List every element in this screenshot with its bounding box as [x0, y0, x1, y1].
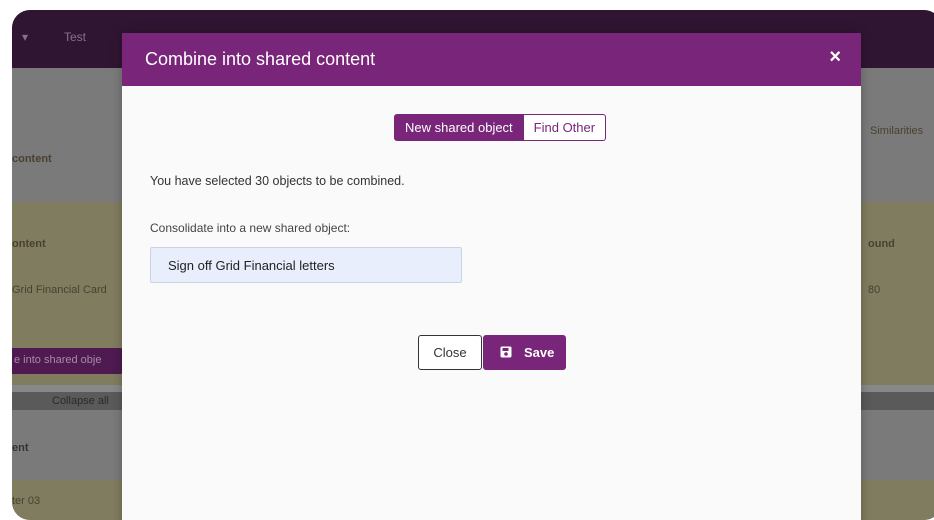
- save-button-label: Save: [524, 345, 555, 360]
- save-disk-icon: [500, 346, 512, 358]
- save-button[interactable]: Save: [483, 335, 566, 370]
- background-combine-label: e into shared obje: [14, 354, 102, 366]
- app-window: ▾ Test content Similarities ontent Grid …: [12, 10, 934, 520]
- consolidate-label: Consolidate into a new shared object:: [150, 221, 351, 235]
- modal-header: Combine into shared content ×: [122, 33, 861, 86]
- combine-modal: Combine into shared content × New shared…: [122, 33, 861, 520]
- background-combine-button: e into shared obje: [12, 348, 124, 374]
- close-button[interactable]: Close: [418, 335, 482, 370]
- close-icon[interactable]: ×: [829, 46, 841, 69]
- find-other-tab[interactable]: Find Other: [523, 114, 607, 141]
- background-column-label: Similarities: [870, 125, 924, 137]
- new-shared-object-tab[interactable]: New shared object: [394, 114, 524, 141]
- background-table-heading: ent: [12, 442, 29, 454]
- background-tab: Test: [64, 30, 87, 44]
- background-row-text: ter 03: [12, 495, 41, 507]
- background-round-value: 80: [868, 284, 881, 296]
- background-round-label: ound: [868, 238, 895, 250]
- background-section-title: content: [12, 153, 52, 165]
- background-content-label: ontent: [12, 238, 46, 250]
- modal-title: Combine into shared content: [145, 49, 376, 69]
- background-collapse-label: Collapse all: [52, 395, 109, 407]
- background-content-item: Grid Financial Card: [12, 284, 107, 296]
- background-tab-arrow: ▾: [22, 30, 29, 44]
- selection-info-text: You have selected 30 objects to be combi…: [150, 174, 405, 188]
- shared-object-name-input[interactable]: [150, 247, 462, 283]
- mode-toggle: New shared object Find Other: [394, 114, 607, 141]
